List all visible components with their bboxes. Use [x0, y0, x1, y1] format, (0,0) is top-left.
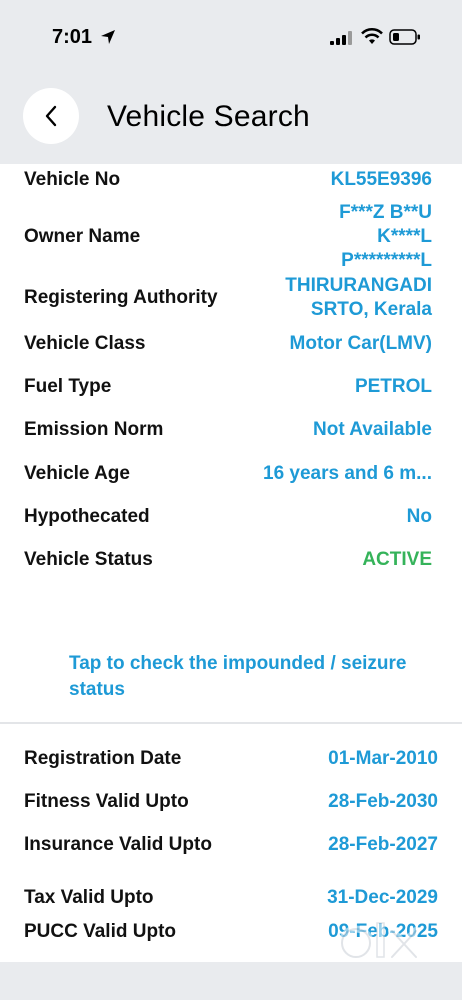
- validity-label: Fitness Valid Upto: [24, 791, 189, 812]
- owner-name-line: F***Z B**U: [339, 202, 432, 223]
- validity-label: PUCC Valid Upto: [24, 921, 177, 942]
- detail-label: Owner Name: [24, 226, 141, 247]
- cellular-signal-icon: [330, 31, 352, 45]
- owner-name-line: P*********L: [341, 250, 432, 271]
- location-arrow-icon: [101, 30, 115, 44]
- validity-label: Insurance Valid Upto: [24, 834, 212, 855]
- battery-icon: [389, 29, 420, 45]
- authority-line: THIRURANGADI: [285, 275, 432, 296]
- section-divider: [0, 722, 462, 724]
- validity-value: 01-Mar-2010: [328, 748, 438, 769]
- detail-label: Fuel Type: [24, 376, 112, 397]
- detail-label: Vehicle Age: [24, 463, 130, 484]
- status-time: 7:01: [52, 26, 93, 48]
- status-badge: ACTIVE: [362, 549, 432, 570]
- validity-value: 28-Feb-2027: [328, 834, 438, 855]
- bottom-bar: [0, 962, 462, 1000]
- status-bar: 7:01: [0, 0, 462, 80]
- detail-value: 16 years and 6 m...: [263, 463, 432, 484]
- detail-label: Vehicle No: [24, 169, 121, 190]
- validity-value: 28-Feb-2030: [328, 791, 438, 812]
- detail-value: No: [406, 506, 432, 527]
- chevron-left-icon: [45, 105, 57, 127]
- authority-line: SRTO, Kerala: [310, 299, 432, 320]
- page-title: Vehicle Search: [107, 100, 310, 133]
- validity-label: Registration Date: [24, 748, 182, 769]
- detail-value: THIRURANGADI SRTO, Kerala: [285, 274, 432, 322]
- detail-label: Hypothecated: [24, 506, 150, 527]
- owner-name-line: K****L: [377, 226, 432, 247]
- detail-value: Not Available: [313, 419, 432, 440]
- detail-value: PETROL: [354, 376, 432, 397]
- detail-label: Vehicle Class: [24, 333, 146, 354]
- detail-label: Emission Norm: [24, 419, 164, 440]
- validity-value: 31-Dec-2029: [327, 887, 438, 908]
- back-button[interactable]: [23, 88, 79, 144]
- validity-label: Tax Valid Upto: [24, 887, 154, 908]
- detail-label: Registering Authority: [24, 287, 218, 308]
- wifi-icon: [361, 28, 383, 44]
- impound-status-link[interactable]: Tap to check the impounded / seizure sta…: [69, 651, 429, 703]
- detail-value: F***Z B**U K****L P*********L: [339, 201, 432, 273]
- detail-value: KL55E9396: [330, 169, 432, 190]
- detail-value: Motor Car(LMV): [289, 333, 432, 354]
- detail-label: Vehicle Status: [24, 549, 153, 570]
- header: Vehicle Search: [0, 80, 462, 164]
